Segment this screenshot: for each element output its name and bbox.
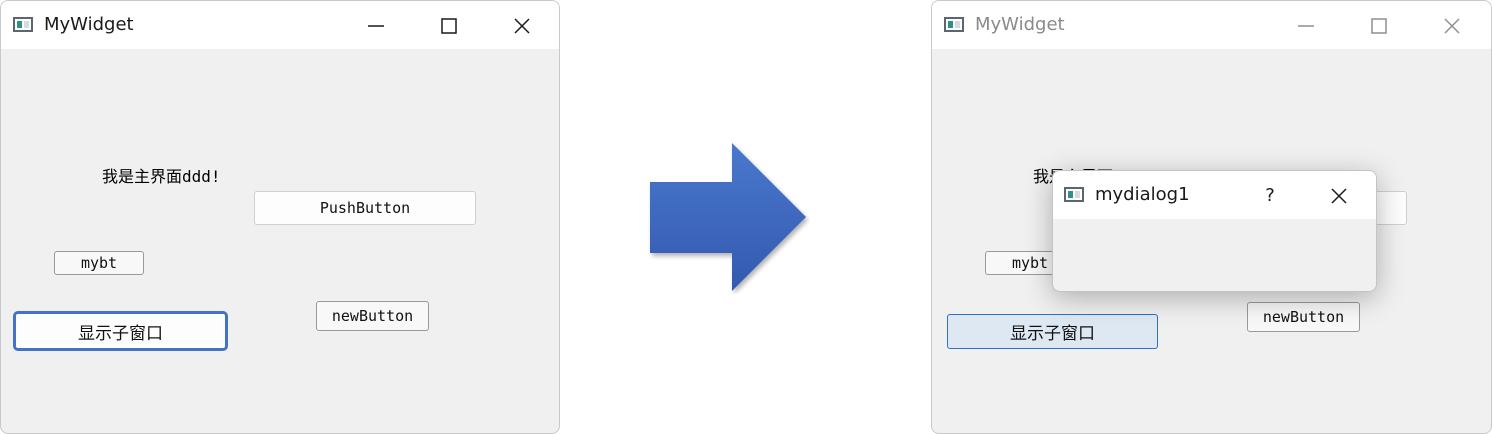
close-icon[interactable] [502, 11, 542, 41]
new-button[interactable]: newButton [1247, 302, 1360, 332]
app-window-icon [1064, 187, 1084, 202]
main-label: 我是主界面ddd! [102, 167, 221, 186]
show-child-window-button[interactable]: 显示子窗口 [13, 311, 228, 351]
title-bar[interactable]: MyWidget [932, 1, 1491, 49]
title-bar[interactable]: MyWidget [1, 1, 559, 49]
minimize-icon[interactable] [1286, 11, 1326, 41]
new-button[interactable]: newButton [316, 301, 429, 331]
minimize-icon[interactable] [356, 11, 396, 41]
app-window-icon [944, 17, 964, 32]
maximize-icon[interactable] [429, 11, 469, 41]
window-title: MyWidget [44, 14, 134, 35]
show-child-window-button[interactable]: 显示子窗口 [947, 314, 1158, 349]
dialog-title-bar[interactable]: mydialog1 ? [1053, 171, 1376, 219]
close-icon[interactable] [1432, 11, 1472, 41]
app-window-icon [13, 17, 33, 32]
child-dialog: mydialog1 ? [1052, 170, 1377, 292]
main-window-before: MyWidget 我是主界面ddd! PushButton mybt 显示子窗口… [0, 0, 560, 434]
close-icon[interactable] [1319, 181, 1359, 211]
dialog-title: mydialog1 [1095, 184, 1190, 205]
window-title: MyWidget [975, 14, 1065, 35]
maximize-icon[interactable] [1359, 11, 1399, 41]
mybt-button[interactable]: mybt [54, 251, 144, 275]
help-button[interactable]: ? [1258, 181, 1282, 211]
push-button[interactable]: PushButton [254, 191, 476, 225]
right-arrow-icon [648, 142, 810, 298]
